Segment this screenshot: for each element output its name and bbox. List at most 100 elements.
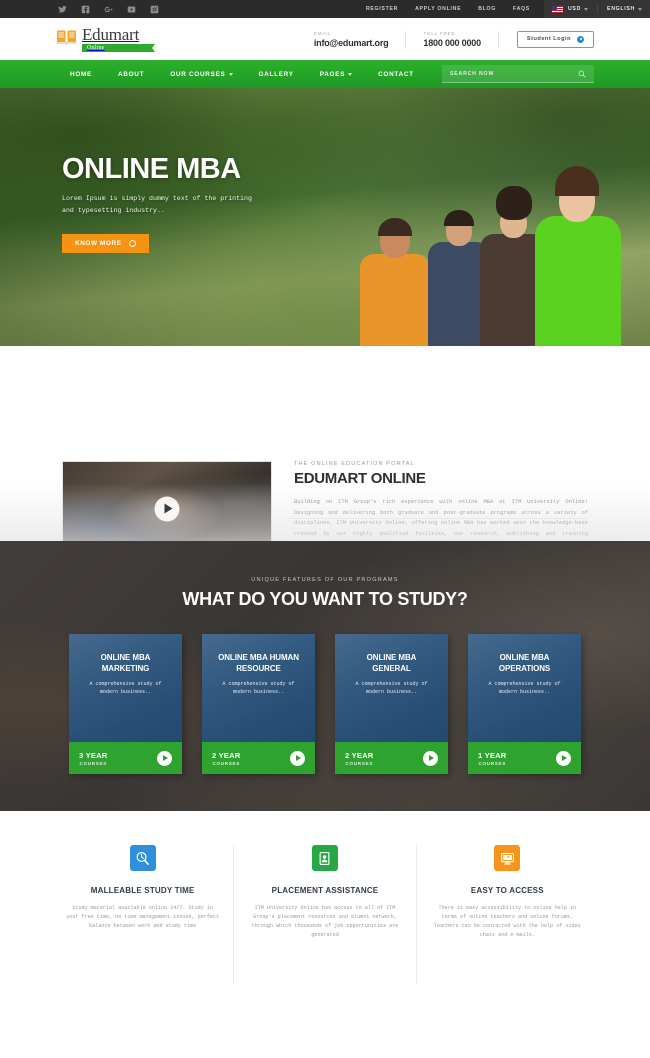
course-desc: A comprehensive study of modern business…: [222, 681, 295, 695]
study-eyebrow: UNIQUE FEATURES OF OUR PROGRAMS: [251, 577, 399, 583]
feature-title: PLACEMENT ASSISTANCE: [271, 886, 379, 895]
hero-subtitle: Lorem Ipsum is simply dummy text of the …: [62, 195, 252, 214]
course-years: 2 YEAR: [212, 750, 241, 760]
course-desc: A comprehensive study of modern business…: [355, 681, 428, 695]
youtube-icon[interactable]: [127, 5, 136, 14]
course-title: ONLINE MBA OPERATIONS: [498, 653, 551, 673]
course-desc: A comprehensive study of modern business…: [488, 681, 561, 695]
top-link-faqs[interactable]: FAQS: [513, 6, 530, 12]
header-contact: EMAIL info@edumart.org TOLL FREE 1800 00…: [297, 30, 594, 48]
feature-title: EASY TO ACCESS: [470, 886, 544, 895]
play-icon[interactable]: [290, 750, 305, 766]
logo[interactable]: Edumart Online: [56, 26, 155, 52]
about-text: THE ONLINE EDUCATION PORTAL EDUMART ONLI…: [294, 461, 588, 568]
logo-ribbon-text: Online: [87, 45, 105, 51]
top-link-register[interactable]: REGISTER: [366, 6, 398, 12]
study-heading: WHAT DO YOU WANT TO STUDY?: [182, 589, 468, 609]
course-card-top: ONLINE MBA HUMAN RESOURCE A comprehensiv…: [202, 634, 315, 742]
divider: [286, 518, 588, 519]
course-card-top: ONLINE MBA OPERATIONS A comprehensive st…: [468, 634, 581, 742]
play-icon[interactable]: [423, 750, 438, 766]
email-value: info@edumart.org: [313, 37, 389, 48]
play-icon[interactable]: [154, 496, 180, 521]
course-years: 3 YEAR: [79, 750, 108, 760]
nav-label: CONTACT: [378, 70, 414, 78]
nav-label: PAGES: [319, 70, 346, 78]
search-input[interactable]: [450, 70, 578, 77]
clock-search-icon: [129, 845, 156, 871]
nav-item-contact[interactable]: CONTACT: [365, 60, 427, 88]
course-card[interactable]: ONLINE MBA GENERAL A comprehensive study…: [335, 634, 448, 774]
divider: [597, 4, 599, 14]
facebook-icon[interactable]: [81, 5, 90, 14]
student-login-label: Student Login: [526, 36, 571, 42]
hero-title: ONLINE MBA: [62, 153, 241, 185]
student-login-button[interactable]: Student Login: [516, 30, 594, 48]
chevron-down-icon: [584, 7, 589, 11]
main-nav: HOME ABOUT OUR COURSES GALLERY PAGES CON…: [0, 60, 650, 88]
course-desc: A comprehensive study of modern business…: [89, 681, 162, 695]
top-nav-links: REGISTER APPLY ONLINE BLOG FAQS: [366, 6, 530, 12]
course-card-top: ONLINE MBA GENERAL A comprehensive study…: [335, 634, 448, 742]
nav-item-gallery[interactable]: GALLERY: [246, 60, 307, 88]
language-selector[interactable]: ENGLISH: [607, 6, 642, 12]
email-block: EMAIL info@edumart.org: [297, 30, 407, 48]
locale-selectors: USD ENGLISH: [543, 0, 650, 18]
features-section: MALLEABLE STUDY TIME Study material avai…: [0, 811, 650, 984]
twitter-icon[interactable]: [58, 5, 67, 14]
top-link-blog[interactable]: BLOG: [478, 6, 496, 12]
course-years: 2 YEAR: [345, 750, 374, 760]
course-courses-label: COURSES: [478, 760, 507, 766]
course-card-footer: 3 YEAR COURSES: [69, 742, 182, 774]
feature-easy-to-access: EASY TO ACCESS There is easy accessibili…: [417, 845, 598, 984]
course-years: 1 YEAR: [478, 750, 507, 760]
course-card[interactable]: ONLINE MBA OPERATIONS A comprehensive st…: [468, 634, 581, 774]
course-cards: ONLINE MBA MARKETING A comprehensive stu…: [0, 634, 650, 774]
email-label: EMAIL: [313, 30, 332, 36]
arrow-circle-icon: [128, 240, 136, 247]
about-eyebrow: THE ONLINE EDUCATION PORTAL: [294, 461, 415, 467]
google-plus-icon[interactable]: [104, 5, 113, 14]
course-title: ONLINE MBA HUMAN RESOURCE: [218, 653, 299, 673]
about-section: THE ONLINE EDUCATION PORTAL EDUMART ONLI…: [0, 346, 650, 568]
currency-selector[interactable]: USD: [567, 6, 589, 12]
nav-item-home[interactable]: HOME: [56, 60, 105, 88]
play-icon[interactable]: [157, 750, 172, 766]
us-flag-icon: [551, 5, 563, 13]
course-card-top: ONLINE MBA MARKETING A comprehensive stu…: [69, 634, 182, 742]
course-courses-label: COURSES: [79, 760, 108, 766]
currency-label: USD: [567, 6, 582, 12]
book-icon: [56, 30, 77, 45]
chevron-down-icon: [638, 7, 642, 11]
about-heading: EDUMART ONLINE: [294, 470, 426, 487]
course-card[interactable]: ONLINE MBA MARKETING A comprehensive stu…: [69, 634, 182, 774]
logo-text: Edumart: [82, 25, 140, 44]
hero-content: ONLINE MBA Lorem Ipsum is simply dummy t…: [62, 153, 252, 253]
monitor-icon: [494, 845, 521, 871]
feature-placement-assistance: PLACEMENT ASSISTANCE ITM University Onli…: [234, 845, 417, 984]
nav-label: ABOUT: [117, 70, 145, 78]
search-icon[interactable]: [578, 70, 586, 78]
nav-item-about[interactable]: ABOUT: [105, 60, 157, 88]
chevron-down-icon: [348, 72, 353, 76]
feature-malleable-study-time: MALLEABLE STUDY TIME Study material avai…: [52, 845, 235, 984]
nav-item-our-courses[interactable]: OUR COURSES: [157, 60, 245, 88]
phone-label: TOLL FREE: [423, 30, 456, 36]
search-box[interactable]: [442, 65, 594, 83]
study-section: UNIQUE FEATURES OF OUR PROGRAMS WHAT DO …: [0, 541, 650, 811]
feature-title: MALLEABLE STUDY TIME: [90, 886, 195, 895]
feature-desc: There is easy accessibility to online he…: [433, 905, 581, 938]
top-bar: REGISTER APPLY ONLINE BLOG FAQS USD ENGL…: [0, 0, 650, 18]
course-card[interactable]: ONLINE MBA HUMAN RESOURCE A comprehensiv…: [202, 634, 315, 774]
hero-know-more-button[interactable]: KNOW MORE: [62, 234, 149, 253]
arrow-circle-icon: [577, 35, 584, 43]
course-card-footer: 2 YEAR COURSES: [202, 742, 315, 774]
course-card-footer: 2 YEAR COURSES: [335, 742, 448, 774]
top-link-apply-online[interactable]: APPLY ONLINE: [415, 6, 461, 12]
hero-banner: ONLINE MBA Lorem Ipsum is simply dummy t…: [0, 88, 650, 346]
nav-item-pages[interactable]: PAGES: [307, 60, 365, 88]
instagram-icon[interactable]: [150, 5, 159, 14]
course-card-footer: 1 YEAR COURSES: [468, 742, 581, 774]
play-icon[interactable]: [556, 750, 571, 766]
user-badge-icon: [311, 845, 338, 871]
